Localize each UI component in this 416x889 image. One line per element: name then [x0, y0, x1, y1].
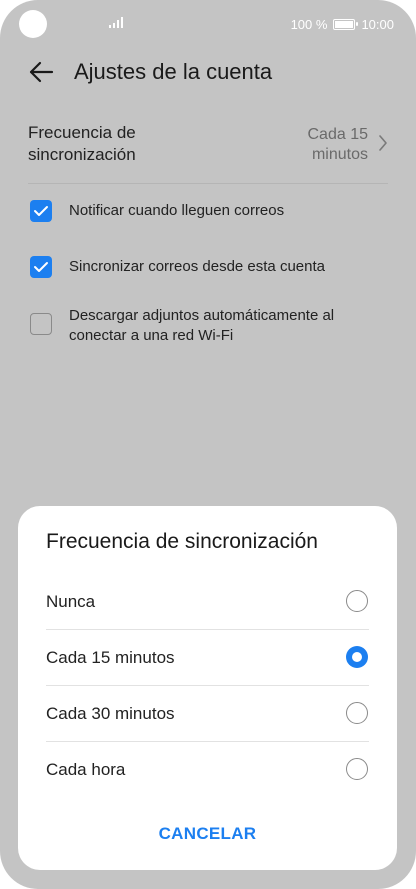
radio-unselected-icon[interactable]	[346, 702, 368, 724]
dialog-title: Frecuencia de sincronización	[46, 530, 318, 553]
checkbox-checked-icon[interactable]	[30, 200, 52, 222]
radio-selected-icon[interactable]	[346, 646, 368, 668]
sync-frequency-label: Frecuencia de sincronización	[28, 123, 136, 164]
sync-frequency-dialog: Frecuencia de sincronización Nunca Cada …	[18, 506, 397, 870]
status-right: 100 % 10:00	[291, 16, 394, 32]
option-30-min[interactable]: Cada 30 minutos	[46, 686, 369, 742]
checkbox-label: Descargar adjuntos automáticamente al co…	[69, 307, 335, 344]
radio-unselected-icon[interactable]	[346, 758, 368, 780]
option-hourly[interactable]: Cada hora	[46, 742, 369, 798]
chevron-right-icon	[379, 135, 387, 151]
page-title: Ajustes de la cuenta	[74, 59, 273, 84]
option-label: Cada 15 minutos	[46, 648, 175, 667]
app-bar: Ajustes de la cuenta	[0, 50, 416, 94]
clock: 10:00	[361, 16, 394, 32]
divider	[28, 183, 388, 184]
status-bar: 100 % 10:00	[0, 0, 416, 46]
sync-frequency-row[interactable]: Frecuencia de sincronización Cada 15 min…	[28, 122, 388, 174]
checkbox-label: Notificar cuando lleguen correos	[69, 202, 285, 219]
front-camera	[19, 10, 47, 38]
radio-unselected-icon[interactable]	[346, 590, 368, 612]
cancel-button[interactable]: CANCELAR	[18, 824, 397, 844]
phone-screen: 100 % 10:00 Ajustes de la cuenta Frecuen…	[0, 0, 416, 889]
option-never[interactable]: Nunca	[46, 574, 369, 630]
battery-icon	[333, 18, 359, 30]
checkbox-checked-icon[interactable]	[30, 256, 52, 278]
checkbox-label: Sincronizar correos desde esta cuenta	[69, 258, 325, 275]
signal-icon	[109, 17, 123, 28]
option-label: Cada hora	[46, 760, 126, 779]
back-arrow-icon[interactable]	[28, 60, 54, 84]
option-15-min[interactable]: Cada 15 minutos	[46, 630, 369, 686]
option-label: Cada 30 minutos	[46, 704, 175, 723]
sync-frequency-value: Cada 15 minutos	[307, 126, 369, 163]
option-label: Nunca	[46, 592, 96, 611]
checkbox-unchecked-icon[interactable]	[30, 313, 52, 335]
battery-percent: 100 %	[290, 16, 328, 32]
